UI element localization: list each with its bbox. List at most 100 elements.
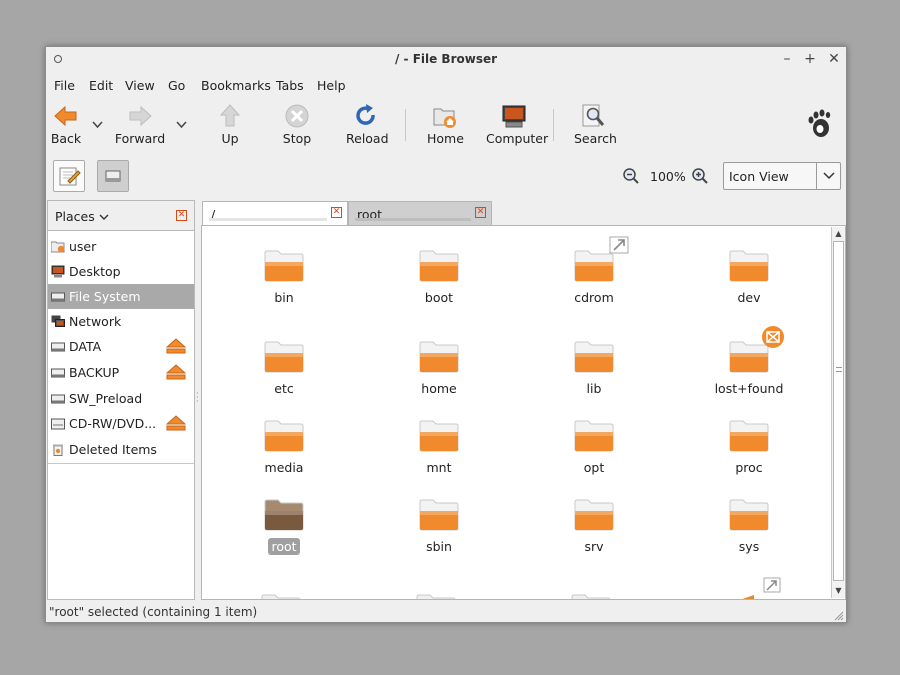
sidebar-item-sw-preload[interactable]: SW_Preload bbox=[48, 386, 194, 411]
sidebar-item-network[interactable]: Network bbox=[48, 309, 194, 334]
close-tab-icon[interactable]: ✕ bbox=[331, 207, 342, 218]
close-tab-icon[interactable]: ✕ bbox=[475, 207, 486, 218]
title-bar[interactable]: / - File Browser – + ✕ bbox=[46, 47, 846, 73]
zoom-in-icon bbox=[692, 168, 708, 184]
stop-button[interactable]: Stop bbox=[282, 103, 312, 146]
folder-item[interactable]: lost+found bbox=[694, 326, 804, 397]
menu-file[interactable]: File bbox=[54, 78, 75, 93]
reload-icon bbox=[353, 103, 379, 129]
folder-item[interactable]: root bbox=[229, 497, 339, 555]
optical-drive-icon bbox=[51, 417, 65, 430]
tab-root[interactable]: root ✕ bbox=[348, 201, 492, 225]
folder-item[interactable]: bin bbox=[229, 248, 339, 306]
sidebar-item-desktop[interactable]: Desktop bbox=[48, 259, 194, 284]
file-browser-window: / - File Browser – + ✕ File Edit View Go… bbox=[45, 46, 847, 623]
chevron-down-icon bbox=[816, 163, 840, 189]
folder-item[interactable]: opt bbox=[539, 418, 649, 476]
up-arrow-icon bbox=[217, 103, 243, 129]
folder-item[interactable]: boot bbox=[384, 248, 494, 306]
computer-icon bbox=[501, 103, 527, 129]
folder-icon bbox=[263, 248, 305, 282]
folder-item[interactable]: cdrom bbox=[539, 236, 649, 306]
folder-name: lost+found bbox=[714, 381, 784, 396]
sidebar-item-user[interactable]: user bbox=[48, 234, 194, 259]
scroll-thumb[interactable] bbox=[833, 241, 844, 581]
minimize-button[interactable]: – bbox=[778, 50, 796, 68]
folder-name: media bbox=[264, 460, 304, 475]
folder-item[interactable]: dev bbox=[694, 248, 804, 306]
menu-tabs[interactable]: Tabs bbox=[276, 78, 304, 93]
sidebar-item-file-system[interactable]: File System bbox=[48, 284, 194, 309]
back-button[interactable]: Back bbox=[50, 103, 82, 146]
chevron-down-icon bbox=[99, 214, 109, 220]
location-bar: 100% Icon View bbox=[46, 157, 846, 193]
eject-icon[interactable] bbox=[165, 364, 187, 380]
icon-view[interactable]: bin boot cdrom dev etc home lib lost+found media… bbox=[201, 225, 846, 600]
symlink-file-icon[interactable] bbox=[732, 577, 782, 599]
folder-item[interactable]: home bbox=[384, 339, 494, 397]
places-header: Places ✕ bbox=[48, 201, 194, 231]
tab-bar: / ✕ root ✕ bbox=[202, 201, 492, 225]
zoom-out-button[interactable] bbox=[622, 167, 640, 185]
folder-icon bbox=[418, 418, 460, 452]
tab-progress bbox=[209, 218, 327, 221]
home-button[interactable]: Home bbox=[427, 103, 464, 146]
folder-name: sys bbox=[738, 539, 760, 554]
folder-item[interactable]: lib bbox=[539, 339, 649, 397]
folder-name: srv bbox=[584, 539, 604, 554]
reload-button[interactable]: Reload bbox=[346, 103, 389, 146]
close-window-button[interactable]: ✕ bbox=[825, 50, 843, 68]
folder-icon[interactable] bbox=[415, 592, 457, 599]
zoom-in-button[interactable] bbox=[691, 167, 709, 185]
tab-root-dir[interactable]: / ✕ bbox=[202, 201, 348, 225]
sidebar-item-cd-rw-dvd[interactable]: CD-RW/DVD... bbox=[48, 411, 194, 436]
folder-item[interactable]: sys bbox=[694, 497, 804, 555]
sidebar-item-deleted-items[interactable]: Deleted Items bbox=[48, 437, 194, 462]
folder-name: proc bbox=[735, 460, 763, 475]
forward-button[interactable]: Forward bbox=[114, 103, 166, 146]
scroll-down-icon[interactable]: ▼ bbox=[832, 584, 845, 597]
folder-item[interactable]: sbin bbox=[384, 497, 494, 555]
forward-history-chevron-icon[interactable] bbox=[176, 119, 187, 132]
folder-name: mnt bbox=[426, 460, 452, 475]
home-folder-icon bbox=[50, 240, 65, 253]
scroll-up-icon[interactable]: ▲ bbox=[832, 227, 845, 240]
back-history-chevron-icon[interactable] bbox=[92, 119, 103, 132]
places-sidebar: Places ✕ user Desktop File System Networ… bbox=[47, 200, 195, 600]
edit-location-icon bbox=[59, 167, 81, 186]
folder-item[interactable]: media bbox=[229, 418, 339, 476]
sidebar-item-data[interactable]: DATA bbox=[48, 334, 194, 359]
folder-item[interactable]: proc bbox=[694, 418, 804, 476]
drive-icon bbox=[51, 340, 65, 353]
computer-button[interactable]: Computer bbox=[486, 103, 548, 146]
sidebar-item-backup[interactable]: BACKUP bbox=[48, 360, 194, 385]
search-button[interactable]: Search bbox=[574, 103, 617, 146]
folder-item[interactable]: mnt bbox=[384, 418, 494, 476]
pane-splitter[interactable]: · · · bbox=[196, 390, 200, 406]
eject-icon[interactable] bbox=[165, 415, 187, 431]
folder-icon[interactable] bbox=[260, 592, 302, 599]
menu-view[interactable]: View bbox=[125, 78, 155, 93]
eject-icon[interactable] bbox=[165, 338, 187, 354]
resize-grip-icon[interactable] bbox=[834, 611, 844, 621]
folder-icon bbox=[263, 418, 305, 452]
text-location-toggle[interactable] bbox=[53, 160, 85, 192]
places-selector[interactable]: Places bbox=[55, 209, 109, 224]
vertical-scrollbar[interactable]: ▲ ▼ bbox=[831, 227, 845, 598]
folder-name: cdrom bbox=[574, 290, 614, 305]
menu-help[interactable]: Help bbox=[317, 78, 346, 93]
path-bar-toggle[interactable] bbox=[97, 160, 129, 192]
maximize-button[interactable]: + bbox=[801, 50, 819, 68]
menu-go[interactable]: Go bbox=[168, 78, 185, 93]
folder-item[interactable]: srv bbox=[539, 497, 649, 555]
close-sidebar-button[interactable]: ✕ bbox=[176, 210, 187, 221]
view-mode-select[interactable]: Icon View bbox=[723, 162, 841, 190]
status-text: "root" selected (containing 1 item) bbox=[49, 605, 258, 619]
drive-icon bbox=[105, 170, 121, 182]
folder-icon[interactable] bbox=[570, 592, 612, 599]
menu-bookmarks[interactable]: Bookmarks bbox=[201, 78, 271, 93]
zoom-level[interactable]: 100% bbox=[650, 169, 686, 184]
menu-edit[interactable]: Edit bbox=[89, 78, 113, 93]
up-button[interactable]: Up bbox=[216, 103, 244, 146]
folder-item[interactable]: etc bbox=[229, 339, 339, 397]
